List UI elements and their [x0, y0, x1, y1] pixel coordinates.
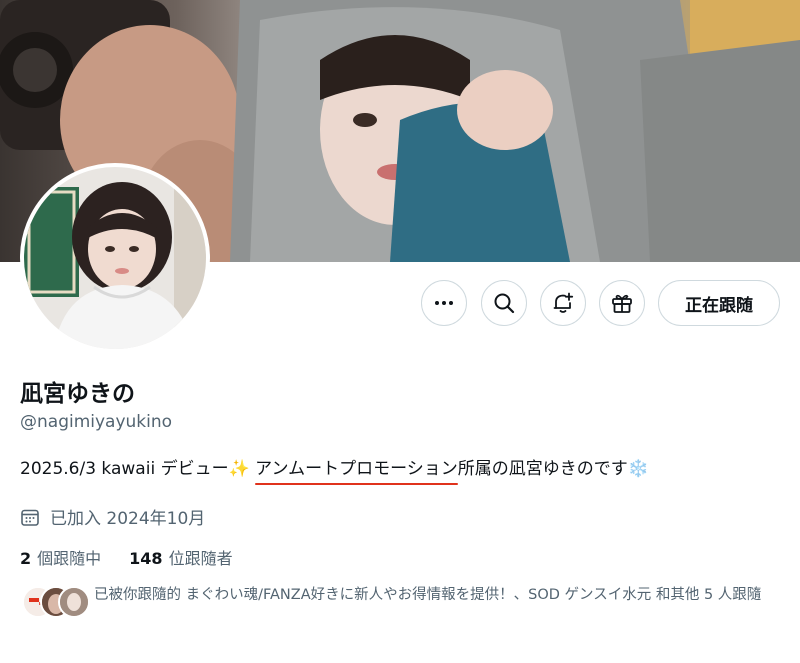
followers-you-know-text: 已被你跟隨的 まぐわい魂/FANZA好きに新人やお得情報を提供！、SOD ゲンス… — [94, 587, 762, 603]
search-icon — [494, 293, 515, 314]
bio-agency-link[interactable]: アンムートプロモーション — [255, 454, 458, 485]
followers-label: 位跟隨者 — [168, 549, 233, 568]
profile-avatar[interactable] — [20, 163, 210, 353]
follower-avatar — [58, 586, 90, 618]
followers-avatars — [20, 586, 94, 620]
followers-you-know[interactable]: 已被你跟隨的 まぐわい魂/FANZA好きに新人やお得情報を提供！、SOD ゲンス… — [20, 584, 785, 634]
notifications-button[interactable] — [540, 280, 586, 326]
calendar-icon — [21, 509, 39, 526]
display-name: 凪宮ゆきの — [20, 381, 135, 407]
bell-plus-icon — [553, 292, 574, 313]
following-count: 2 — [20, 549, 32, 568]
join-date-text: 已加入 2024年10月 — [50, 509, 206, 529]
gift-icon — [612, 294, 632, 313]
following-button[interactable]: 正在跟随 — [658, 280, 780, 326]
profile-bio: 2025.6/3 kawaii デビュー✨ アンムートプロモーション所属の凪宮ゆ… — [20, 454, 649, 485]
user-handle: @nagimiyayukino — [20, 412, 173, 432]
follow-stats: 2 個跟隨中 148 位跟隨者 — [20, 545, 233, 569]
join-date: 已加入 2024年10月 — [20, 504, 205, 529]
bio-text-end: 所属の凪宮ゆきのです — [457, 459, 628, 479]
avatar-photo — [24, 167, 206, 349]
followers-link[interactable]: 148 位跟隨者 — [129, 545, 232, 569]
following-label: 個跟隨中 — [37, 549, 102, 568]
more-horizontal-icon — [435, 301, 453, 305]
gift-button[interactable] — [599, 280, 645, 326]
snowflake-emoji: ❄️ — [627, 459, 649, 479]
following-link[interactable]: 2 個跟隨中 — [20, 545, 101, 569]
search-profile-button[interactable] — [481, 280, 527, 326]
more-button[interactable] — [421, 280, 467, 326]
bio-text-start: 2025.6/3 kawaii デビュー — [20, 459, 229, 479]
followers-count: 148 — [129, 549, 163, 568]
sparkles-emoji: ✨ — [228, 459, 250, 479]
